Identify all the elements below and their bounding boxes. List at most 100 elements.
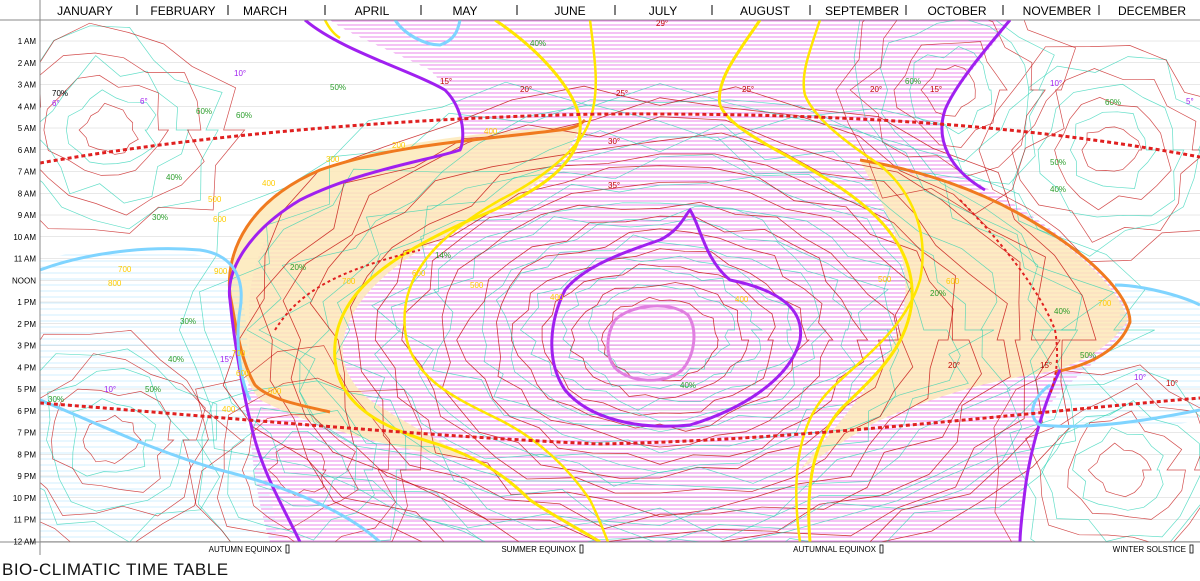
- contour-label: 400: [484, 127, 498, 136]
- contour-label: 400: [735, 295, 749, 304]
- contour-label: 40%: [1054, 307, 1070, 316]
- contour-label: 30%: [48, 395, 64, 404]
- hour-label: 5 PM: [17, 385, 36, 394]
- contour-label: 40%: [168, 355, 184, 364]
- contour-label: 500: [208, 195, 222, 204]
- month-label-july: JULY: [649, 4, 677, 18]
- hour-label: 4 PM: [17, 363, 36, 372]
- hour-label: 11 PM: [13, 516, 36, 525]
- contour-label: 50%: [330, 83, 346, 92]
- contour-label: 600: [236, 369, 250, 378]
- contour-label: 40%: [166, 173, 182, 182]
- contour-label: 14%: [435, 251, 451, 260]
- contour-label: 200: [392, 141, 406, 150]
- hour-label: 6 AM: [18, 146, 37, 155]
- contour-label: 20°: [870, 85, 882, 94]
- month-label-august: AUGUST: [740, 4, 791, 18]
- hour-label: 9 AM: [18, 211, 37, 220]
- hour-label: 7 PM: [17, 429, 36, 438]
- contour-label: 40%: [530, 39, 546, 48]
- hour-label: 11 AM: [14, 255, 36, 264]
- contour-label: 500: [878, 275, 892, 284]
- hour-label: 12 AM: [13, 537, 36, 546]
- contour-label: 600: [213, 215, 227, 224]
- hour-label: 1 PM: [17, 298, 36, 307]
- contour-label: 700: [1098, 299, 1112, 308]
- season-marker-label: WINTER SOLSTICE: [1113, 545, 1186, 554]
- contour-label: 15°: [930, 85, 942, 94]
- hour-label: 1 AM: [18, 37, 37, 46]
- month-label-december: DECEMBER: [1118, 4, 1186, 18]
- contour-label: 10°: [1050, 79, 1062, 88]
- contour-label: 800: [108, 279, 122, 288]
- hour-label: 10 PM: [13, 494, 36, 503]
- contour-label: 25°: [742, 85, 754, 94]
- season-marker-label: AUTUMNAL EQUINOX: [793, 545, 876, 554]
- contour-label: 20%: [930, 289, 946, 298]
- contour-label: 600: [412, 269, 426, 278]
- contour-label: 10°: [234, 69, 246, 78]
- hour-label: 3 AM: [18, 81, 37, 90]
- month-label-september: SEPTEMBER: [825, 4, 899, 18]
- contour-label: 40%: [680, 381, 696, 390]
- contour-label: 60%: [1105, 98, 1121, 107]
- contour-label: 10°: [1134, 373, 1146, 382]
- contour-label: 400: [262, 179, 276, 188]
- contour-label: 300: [326, 155, 340, 164]
- month-label-april: APRIL: [355, 4, 390, 18]
- contour-label: 60%: [196, 107, 212, 116]
- contour-label: 10°: [1166, 379, 1178, 388]
- contour-label: 60%: [905, 77, 921, 86]
- contour-label: 20%: [290, 263, 306, 272]
- contour-label: 50%: [1080, 351, 1096, 360]
- hour-label: 8 PM: [17, 450, 36, 459]
- contour-label: 400: [550, 293, 564, 302]
- month-label-january: JANUARY: [57, 4, 113, 18]
- season-marker-box: [1189, 544, 1194, 554]
- season-markers: AUTUMN EQUINOX SUMMER EQUINOX AUTUMNAL EQU…: [209, 544, 1194, 554]
- contour-label: 20°: [948, 361, 960, 370]
- contour-label: 15°: [440, 77, 452, 86]
- season-marker-label: AUTUMN EQUINOX: [209, 545, 283, 554]
- hour-label: 2 AM: [18, 59, 37, 68]
- contour-label: 50%: [1050, 158, 1066, 167]
- contour-label: 50%: [145, 385, 161, 394]
- contour-label: 15°: [1040, 361, 1052, 370]
- chart-title: BIO-CLIMATIC TIME TABLE: [2, 560, 229, 579]
- contour-label: 6°: [140, 97, 148, 106]
- season-marker-box: [879, 544, 884, 554]
- hour-label: 4 AM: [18, 102, 37, 111]
- contour-label: 400: [222, 405, 236, 414]
- month-header: JANUARY FEBRUARY MARCH APRIL MAY JUNE JULY AUGU…: [57, 4, 1186, 18]
- season-marker-box: [579, 544, 584, 554]
- contour-label: 40%: [1050, 185, 1066, 194]
- contour-label: 15°: [220, 355, 232, 364]
- contour-label: 35°: [608, 181, 620, 190]
- month-label-march: MARCH: [243, 4, 287, 18]
- contour-label: 700: [118, 265, 132, 274]
- hour-label: 9 PM: [17, 472, 36, 481]
- month-label-november: NOVEMBER: [1023, 4, 1092, 18]
- season-marker-label: SUMMER EQUINOX: [501, 545, 576, 554]
- month-label-february: FEBRUARY: [150, 4, 215, 18]
- contour-label: 500: [268, 387, 282, 396]
- contour-label: 70%: [52, 89, 68, 98]
- hour-label: 6 PM: [17, 407, 36, 416]
- contour-label: 60%: [236, 111, 252, 120]
- hour-label: NOON: [12, 276, 36, 285]
- contour-label: 700: [232, 349, 246, 358]
- contour-label: 30°: [608, 137, 620, 146]
- contour-label: 5°: [1186, 97, 1194, 106]
- bioclimatic-chart: 70%6° 6°10°5°10°15°20° 25° 25°29°20° 15°30°3…: [0, 0, 1200, 555]
- contour-label: 30%: [152, 213, 168, 222]
- contour-label: 20°: [520, 85, 532, 94]
- hour-label: 3 PM: [17, 342, 36, 351]
- month-label-october: OCTOBER: [927, 4, 986, 18]
- season-marker-box: [285, 544, 290, 554]
- contour-label: 900: [214, 267, 228, 276]
- hour-label: 2 PM: [17, 320, 36, 329]
- hour-label: 5 AM: [18, 124, 37, 133]
- hour-label: 8 AM: [18, 189, 37, 198]
- contour-label: 10°: [104, 385, 116, 394]
- hour-axis: 1 AM 2 AM 3 AM 4 AM 5 AM 6 AM 7 AM 8 AM 9 AM 10 A…: [12, 37, 36, 546]
